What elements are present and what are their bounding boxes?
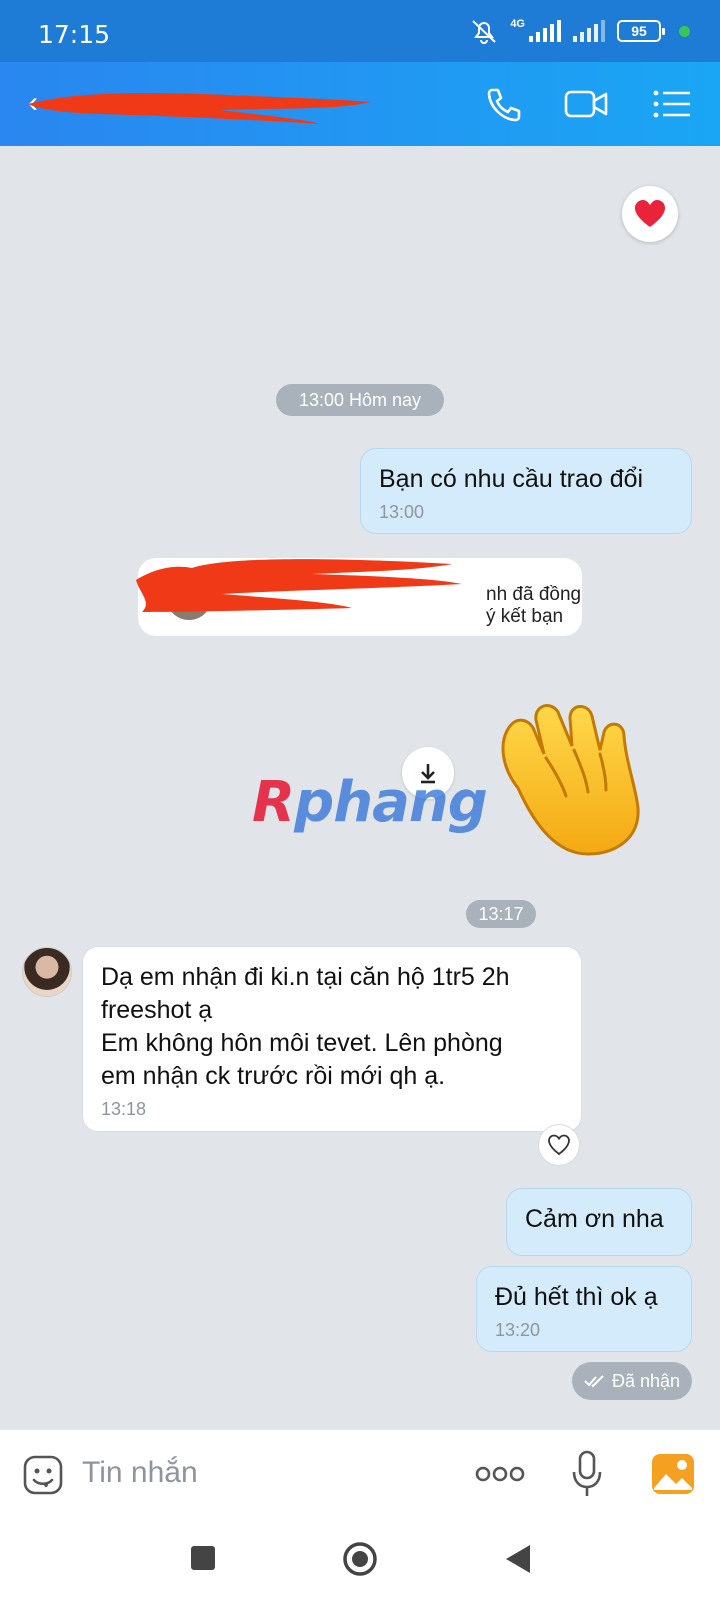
time-separator: 13:17	[466, 900, 536, 928]
message-text: Dạ em nhận đi ki.n tại căn hộ 1tr5 2h fr…	[101, 963, 510, 1090]
sticker-emoji-icon[interactable]	[22, 1454, 64, 1496]
waving-hand-sticker[interactable]	[488, 698, 660, 858]
muted-bell-icon	[472, 20, 497, 44]
message-time: 13:18	[101, 1099, 147, 1119]
outgoing-message[interactable]: Cảm ơn nha	[506, 1188, 692, 1256]
contact-avatar[interactable]	[22, 947, 72, 997]
message-composer: Tin nhắn	[0, 1429, 720, 1519]
delivery-status-badge: Đã nhận	[572, 1362, 692, 1400]
notice-text: nh đã đồng ý kết bạn	[486, 584, 582, 627]
message-text: Đủ hết thì ok ạ	[495, 1283, 658, 1311]
network-type: 4G	[510, 18, 525, 30]
more-options-icon[interactable]	[474, 1464, 526, 1484]
back-nav-icon[interactable]	[504, 1543, 532, 1575]
date-separator: 13:00 Hôm nay	[276, 384, 444, 416]
status-bar: 17:15 4G 95	[0, 0, 720, 62]
delivery-status-text: Đã nhận	[611, 1370, 681, 1391]
menu-icon[interactable]	[648, 82, 696, 126]
home-icon[interactable]	[342, 1541, 378, 1577]
message-text: Cảm ơn nha	[525, 1205, 664, 1233]
chat-header: ‹	[0, 62, 720, 146]
message-time: 13:00	[379, 502, 425, 522]
status-icons: 4G 95	[470, 18, 690, 44]
privacy-indicator	[679, 25, 690, 37]
video-call-icon[interactable]	[562, 82, 610, 126]
microphone-icon[interactable]	[570, 1450, 604, 1498]
message-time: 13:20	[495, 1320, 541, 1340]
incoming-message[interactable]: Dạ em nhận đi ki.n tại căn hộ 1tr5 2h fr…	[82, 946, 582, 1132]
outgoing-message[interactable]: Bạn có nhu cầu trao đổi 13:00	[360, 448, 692, 534]
battery-level: 95	[631, 23, 647, 39]
heart-outline-icon	[548, 1134, 570, 1156]
notice-redaction	[136, 559, 462, 612]
message-text: Bạn có nhu cầu trao đổi	[379, 465, 644, 493]
battery-icon: 95	[617, 20, 665, 42]
recent-apps-icon[interactable]	[190, 1545, 216, 1571]
heart-icon	[635, 200, 665, 227]
heart-reaction-button[interactable]	[622, 186, 678, 242]
system-nav-bar	[0, 1519, 720, 1600]
double-check-icon	[584, 1375, 604, 1388]
message-input-placeholder[interactable]: Tin nhắn	[82, 1456, 198, 1490]
contact-name-redaction	[28, 93, 370, 124]
outgoing-message[interactable]: Đủ hết thì ok ạ 13:20	[476, 1266, 692, 1352]
phone-icon[interactable]	[480, 82, 528, 126]
watermark: Rphang	[252, 770, 488, 835]
signal-icon-2	[573, 20, 605, 42]
image-gallery-icon[interactable]	[650, 1452, 696, 1496]
react-button[interactable]	[538, 1124, 580, 1166]
signal-icon	[529, 20, 561, 42]
status-time: 17:15	[38, 20, 111, 49]
